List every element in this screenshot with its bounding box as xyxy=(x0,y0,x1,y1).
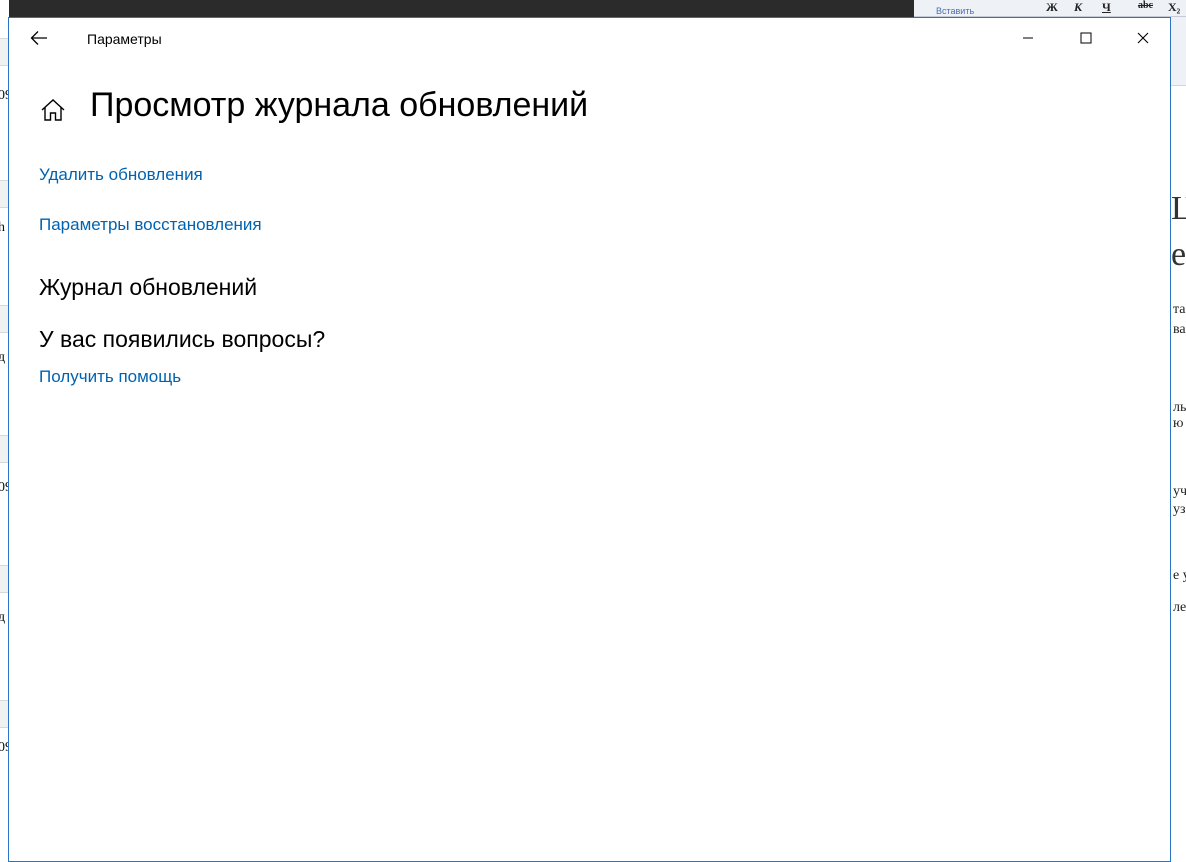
title-bar: Параметры xyxy=(9,18,1170,58)
home-button[interactable] xyxy=(39,96,67,124)
background-document-right: Ц е та ва ль ю уча уз е у ле xyxy=(1171,0,1186,862)
bg-ribbon-bold: Ж xyxy=(1046,0,1058,14)
bg-ribbon-underline: Ч xyxy=(1102,0,1111,14)
back-arrow-icon xyxy=(30,31,47,45)
settings-window: Параметры Просмотр журнала обновлений Уд… xyxy=(8,17,1171,862)
bg-left-fragment: д xyxy=(0,350,6,365)
recovery-options-link[interactable]: Параметры восстановления xyxy=(39,215,262,235)
maximize-icon xyxy=(1080,32,1092,44)
minimize-button[interactable] xyxy=(1005,18,1051,58)
close-icon xyxy=(1137,32,1149,44)
maximize-button[interactable] xyxy=(1063,18,1109,58)
bg-right-fragment: Ц xyxy=(1171,190,1186,227)
bg-right-fragment: ле xyxy=(1173,600,1186,615)
back-button[interactable] xyxy=(23,22,55,54)
get-help-link[interactable]: Получить помощь xyxy=(39,367,181,387)
uninstall-updates-link[interactable]: Удалить обновления xyxy=(39,165,203,185)
bg-right-fragment: е у xyxy=(1173,568,1186,583)
bg-right-fragment: е xyxy=(1171,236,1186,273)
bg-ribbon-italic: К xyxy=(1074,0,1083,14)
bg-right-fragment: ль xyxy=(1173,400,1186,415)
bg-right-fragment: уз xyxy=(1173,502,1186,517)
questions-heading: У вас появились вопросы? xyxy=(39,326,326,352)
bg-ribbon-subscript: X₂ xyxy=(1168,0,1181,14)
home-icon xyxy=(41,99,65,121)
bg-ribbon-strike: abc xyxy=(1138,0,1153,11)
app-title: Параметры xyxy=(87,31,162,47)
bg-right-fragment: та xyxy=(1173,302,1186,317)
bg-right-fragment: ва xyxy=(1173,322,1186,337)
bg-ribbon-label: Вставить xyxy=(936,6,975,16)
background-ribbon-top: Вставить Ж К Ч abc X₂ xyxy=(914,0,1186,17)
minimize-icon xyxy=(1023,37,1033,39)
bg-right-fragment: уча xyxy=(1173,484,1186,499)
close-button[interactable] xyxy=(1120,18,1166,58)
bg-left-fragment: h xyxy=(0,220,5,235)
page-title: Просмотр журнала обновлений xyxy=(90,86,589,124)
bg-left-fragment: д xyxy=(0,610,6,625)
update-history-heading: Журнал обновлений xyxy=(39,274,258,300)
bg-right-fragment: ю xyxy=(1173,416,1184,431)
